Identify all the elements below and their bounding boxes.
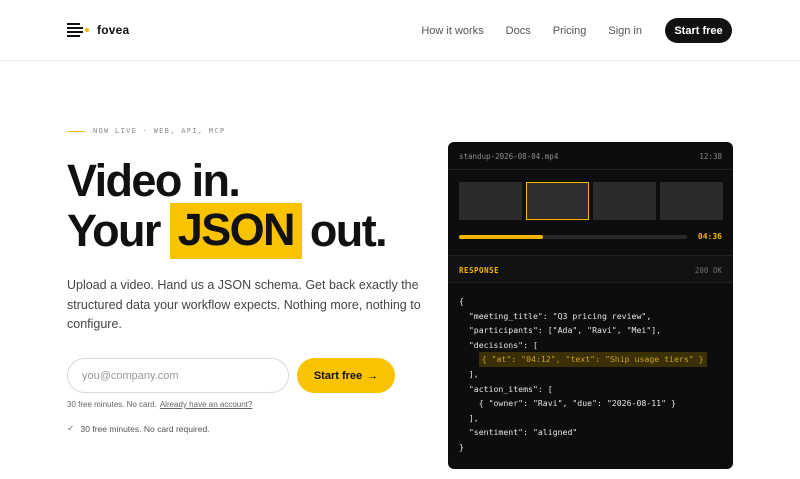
nav-docs[interactable]: Docs [506,19,531,43]
hero-highlight: JSON [169,203,302,259]
nav-pricing[interactable]: Pricing [553,19,587,43]
code-line: ], [459,412,479,423]
arrow-right-icon: → [367,369,379,382]
signup-form: Start free → [67,358,395,393]
eyebrow-text: NOW LIVE · WEB, API, MCP [93,127,226,135]
nav-how-it-works[interactable]: How it works [421,19,483,43]
video-frame[interactable] [660,182,723,220]
video-frame[interactable] [593,182,656,220]
logo[interactable]: fovea [67,22,129,38]
code-line: ], [459,368,479,379]
hero-line-2-start: Your [67,205,161,256]
fine-print-text: 30 free minutes. No card. [67,400,157,409]
fovea-logo-icon [67,22,91,38]
video-file-name: standup-2026-08-04.mp4 [459,152,559,161]
signup-fine-print: 30 free minutes. No card. Already have an… [67,400,252,409]
code-line: "action_items": [ [459,383,553,394]
code-line: } [459,441,464,452]
hero-headline: Video in. Your JSON out. [67,155,388,259]
code-line: "meeting_title": "Q3 pricing review", [459,310,652,321]
video-frame[interactable] [459,182,522,220]
check-icon: ✓ [67,423,75,433]
code-line: "participants": ["Ada", "Ravi", "Mei"], [459,325,662,336]
code-line: "decisions": [ [459,339,538,350]
email-input[interactable] [67,358,289,393]
json-response: { "meeting_title": "Q3 pricing review", … [459,294,707,455]
free-minutes-text: 30 free minutes. No card required. [80,423,210,434]
hero-description: Upload a video. Hand us a JSON schema. G… [67,278,421,331]
eyebrow: NOW LIVE · WEB, API, MCP [67,127,225,135]
code-line: { "owner": "Ravi", "due": "2026-08-11" } [459,398,676,409]
video-header: standup-2026-08-04.mp4 12:38 [448,142,733,170]
code-line-highlight: { "at": "04:12", "text": "Ship usage tie… [478,352,707,367]
video-frame-selected[interactable] [526,182,589,220]
brand-name: fovea [97,23,130,37]
site-header: fovea How it works Docs Pricing Sign in … [0,0,800,61]
hero-line-1: Video in. [67,155,241,206]
video-frames [459,182,727,220]
sign-in-link[interactable]: Already have an account? [160,400,253,409]
hero-line-2-end: out. [309,205,388,256]
eyebrow-rule [67,130,85,132]
demo-panel: standup-2026-08-04.mp4 12:38 04:36 RESPO… [448,142,733,469]
start-free-button[interactable]: Start free → [297,358,395,393]
code-line: "sentiment": "aligned" [459,427,578,438]
hero-line-2: Your JSON out. [67,203,388,259]
code-line: { [459,296,464,306]
response-header: RESPONSE 200 OK [448,255,733,283]
start-free-label: Start free [313,369,363,382]
free-minutes-note: ✓ 30 free minutes. No card required. [67,423,210,434]
video-progress-fill [459,235,544,239]
code-line: { "at": "04:12", "text": "Ship usage tie… [459,352,707,367]
response-status: 200 OK [694,266,722,275]
video-progress-bar[interactable] [459,235,687,239]
top-nav: How it works Docs Pricing Sign in Start … [399,18,732,43]
video-current-time: 04:36 [697,232,722,241]
video-duration: 12:38 [699,152,722,161]
nav-sign-in[interactable]: Sign in [608,19,642,43]
response-label: RESPONSE [459,266,500,275]
start-free-nav-button[interactable]: Start free [665,18,732,43]
